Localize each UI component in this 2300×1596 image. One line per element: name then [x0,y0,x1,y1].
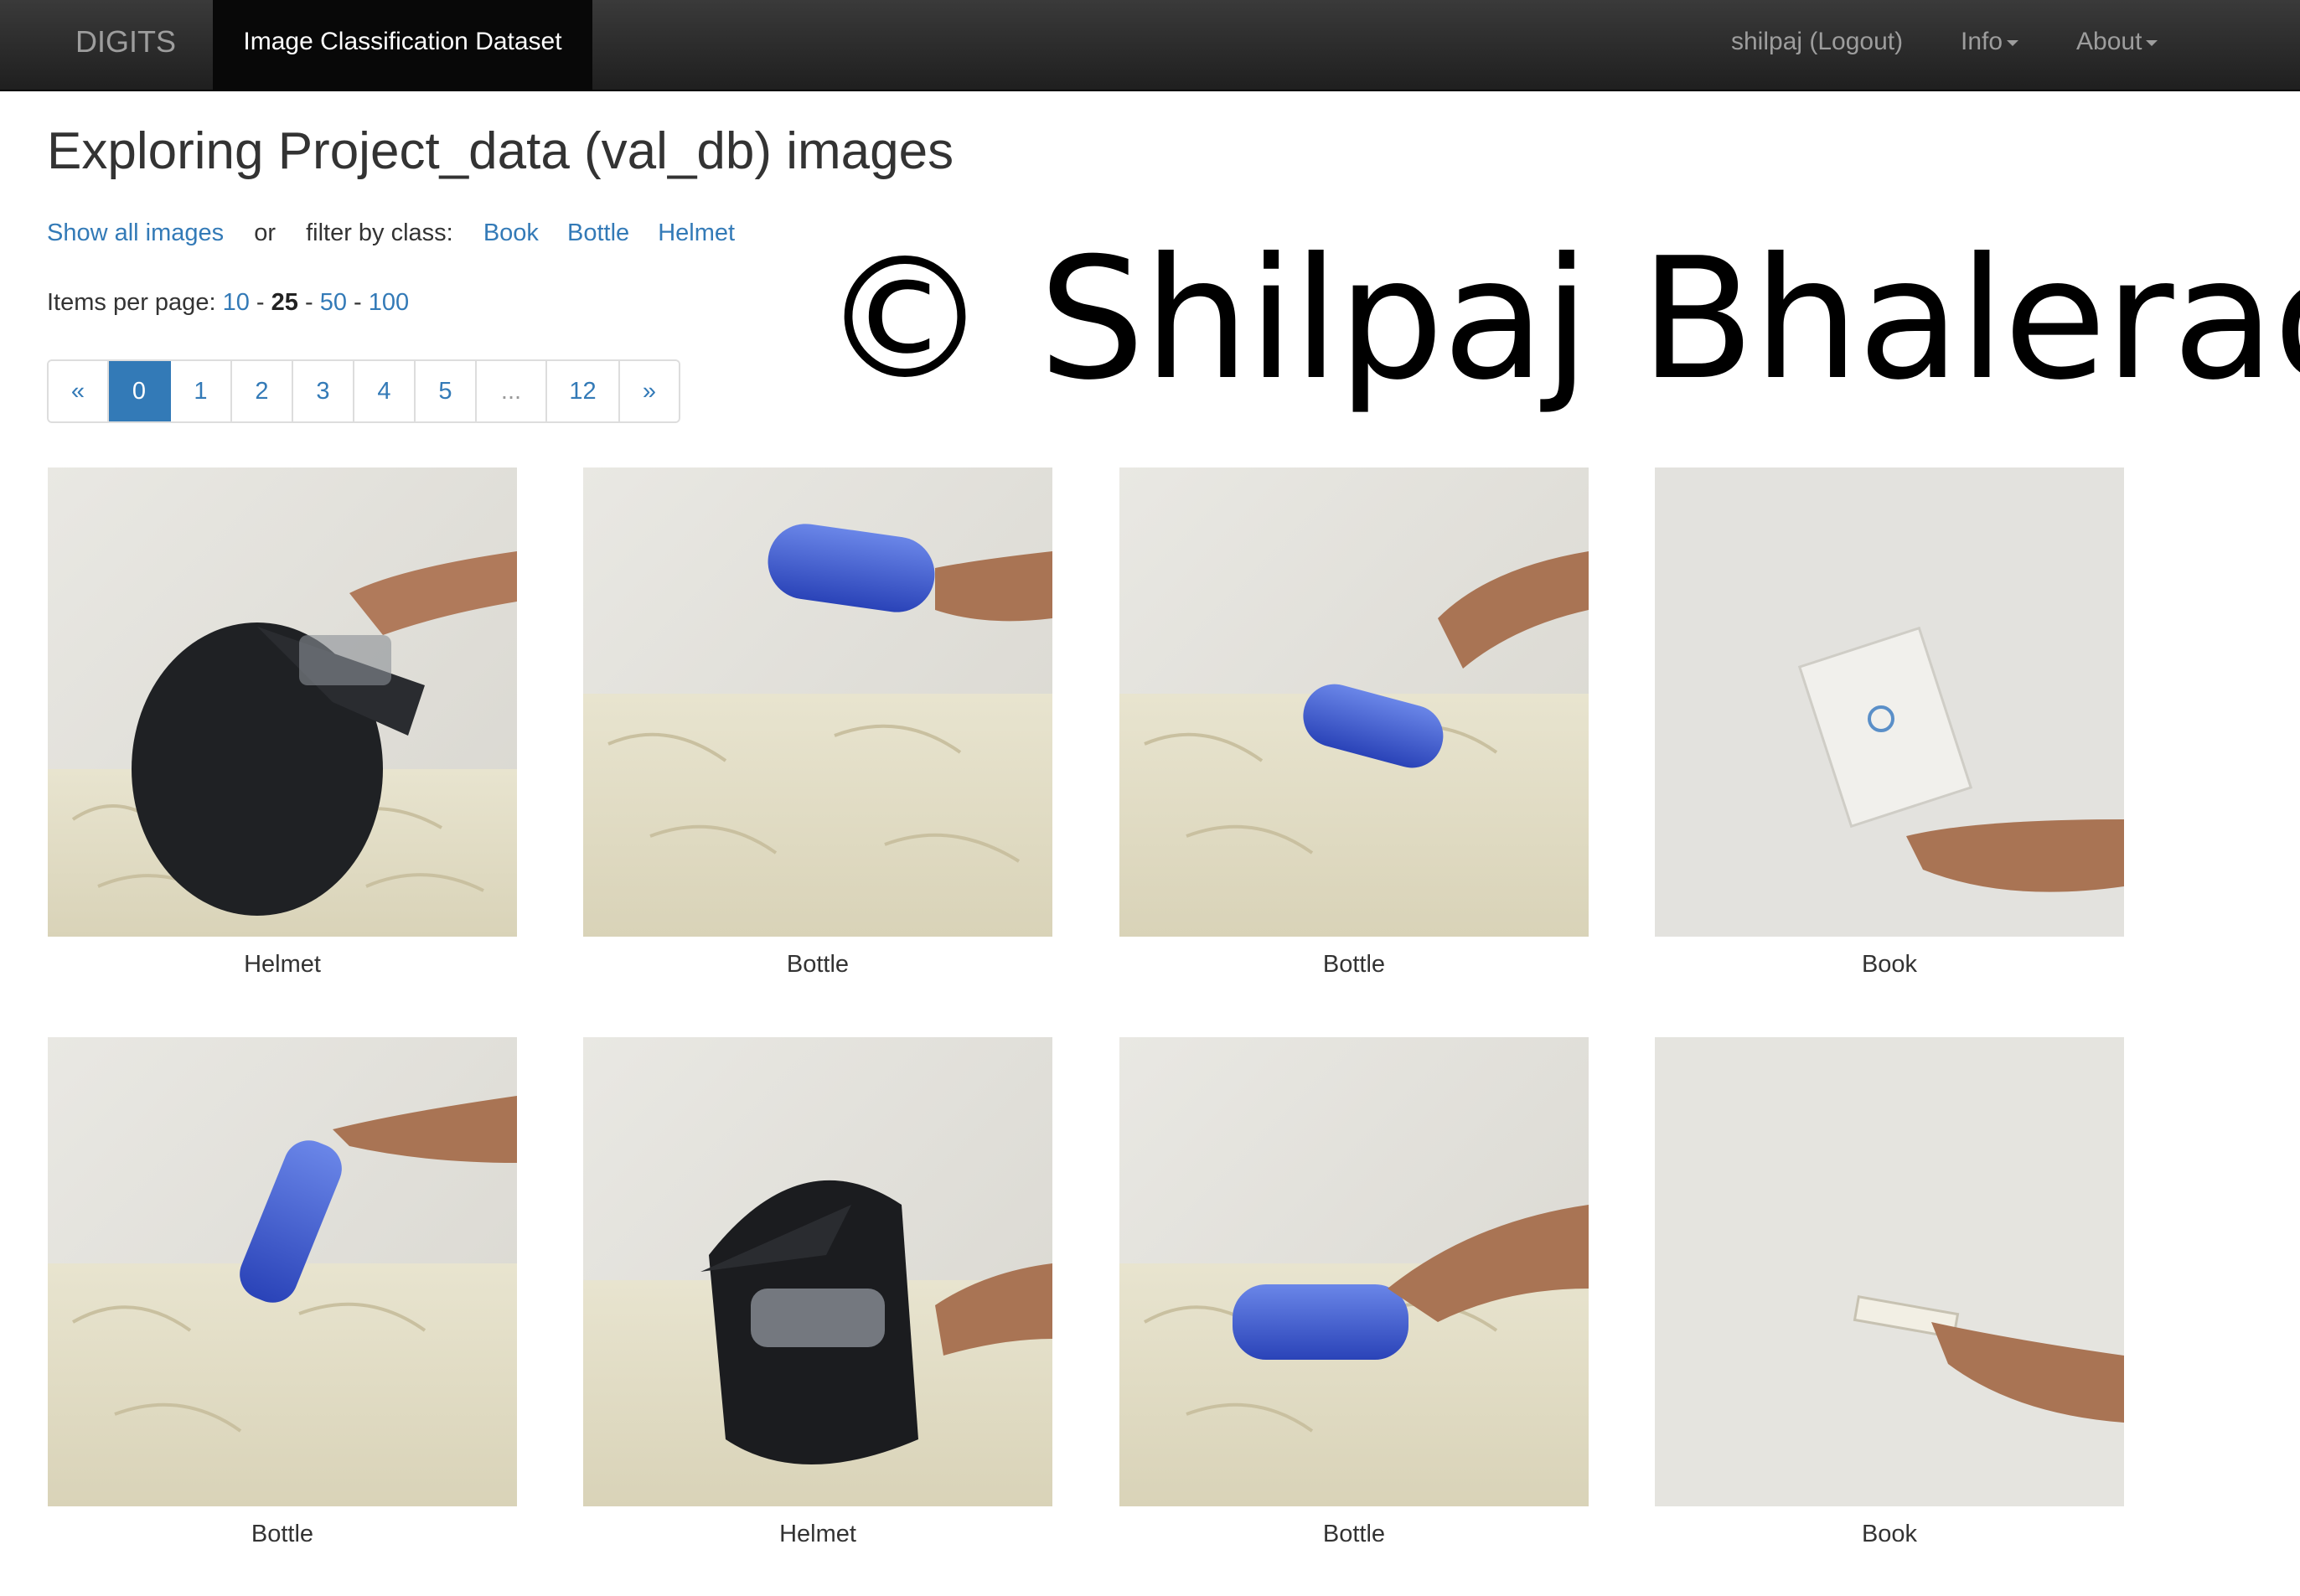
dataset-image-6[interactable] [583,1037,1052,1506]
brand-link[interactable]: DIGITS [47,0,204,90]
nav-tab-dataset[interactable]: Image Classification Dataset [213,0,592,90]
pagination-ellipsis: ... [477,361,547,421]
filter-row: Show all images or filter by class: Book… [47,220,735,247]
copyright-watermark: © Shilpaj Bhalerao [821,222,2300,417]
dataset-image-7[interactable] [1119,1037,1589,1506]
about-menu[interactable]: About [2076,0,2158,90]
image-label: Book [1861,951,1918,978]
about-menu-label: About [2076,28,2142,55]
items-per-page-label: Items per page: [47,289,216,316]
dataset-image-8[interactable] [1655,1037,2124,1506]
pagination-prev[interactable]: « [49,361,109,421]
info-menu[interactable]: Info [1961,0,2019,90]
image-label: Book [1861,1521,1918,1547]
user-logout-link[interactable]: shilpaj (Logout) [1731,0,1903,90]
dataset-image-3[interactable] [1119,467,1589,937]
image-label: Helmet [244,951,321,978]
pagination-page-2[interactable]: 2 [232,361,293,421]
pagination-page-3[interactable]: 3 [293,361,354,421]
info-menu-label: Info [1961,28,2003,55]
pagination: « 0 1 2 3 4 5 ... 12 » [47,359,680,423]
pagination-page-5[interactable]: 5 [416,361,477,421]
ipp-separator: - [304,289,313,316]
or-text: or [254,220,277,246]
pagination-page-0[interactable]: 0 [109,361,171,421]
ipp-option-current: 25 [271,289,298,316]
image-label: Helmet [779,1521,856,1547]
caret-down-icon [2007,39,2019,46]
dataset-image-1[interactable] [48,467,517,937]
filter-class-helmet[interactable]: Helmet [658,220,735,246]
dataset-image-4[interactable] [1655,467,2124,937]
ipp-option-100[interactable]: 100 [369,289,409,316]
dataset-image-2[interactable] [583,467,1052,937]
filter-class-book[interactable]: Book [483,220,539,246]
image-label: Bottle [786,951,850,978]
filter-label: filter by class: [306,220,453,246]
pagination-next[interactable]: » [620,361,679,421]
image-label: Bottle [251,1521,314,1547]
pagination-page-1[interactable]: 1 [171,361,232,421]
page-title: Exploring Project_data (val_db) images [47,122,954,180]
pagination-page-4[interactable]: 4 [354,361,416,421]
image-label: Bottle [1322,951,1386,978]
caret-down-icon [2146,39,2158,46]
ipp-separator: - [256,289,265,316]
top-navbar: DIGITS Image Classification Dataset shil… [0,0,2300,91]
ipp-option-10[interactable]: 10 [223,289,250,316]
show-all-images-link[interactable]: Show all images [47,220,224,246]
pagination-page-12[interactable]: 12 [547,361,620,421]
items-per-page: Items per page: 10 - 25 - 50 - 100 [47,289,409,317]
ipp-option-50[interactable]: 50 [320,289,347,316]
ipp-separator: - [354,289,362,316]
image-label: Bottle [1322,1521,1386,1547]
filter-class-bottle[interactable]: Bottle [567,220,629,246]
dataset-image-5[interactable] [48,1037,517,1506]
